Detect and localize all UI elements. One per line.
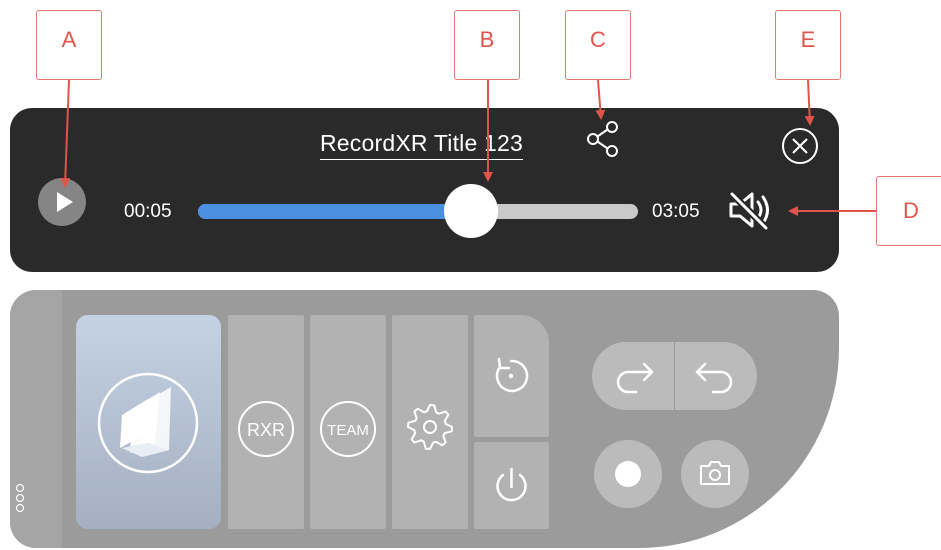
screenshot-button[interactable] (681, 440, 749, 508)
callout-c-label: C (590, 27, 606, 52)
close-circle-icon (782, 128, 818, 164)
team-icon: TEAM (320, 401, 376, 457)
close-button[interactable] (780, 126, 820, 166)
settings-tile[interactable] (392, 315, 468, 529)
record-button[interactable] (594, 440, 662, 508)
callout-d: D (876, 176, 941, 246)
camera-icon (700, 461, 730, 485)
callout-a-label: A (61, 27, 77, 52)
current-time: 00:05 (124, 201, 172, 222)
callout-c: C (565, 10, 631, 80)
total-duration: 03:05 (652, 201, 700, 222)
control-panel: RXR TEAM (10, 290, 839, 548)
play-icon (57, 192, 73, 212)
reset-icon (495, 357, 529, 393)
share-button[interactable] (586, 120, 622, 158)
recording-title[interactable]: RecordXR Title 123 (320, 130, 524, 160)
redo-button[interactable] (592, 342, 674, 410)
callout-d-label: D (903, 198, 919, 223)
power-icon (496, 467, 527, 502)
power-button[interactable] (474, 442, 549, 529)
progress-fill (198, 204, 471, 219)
callout-e-label: E (800, 27, 816, 52)
mute-button[interactable] (722, 188, 778, 232)
rxr-tile[interactable]: RXR (228, 315, 304, 529)
rxr-label: RXR (247, 420, 285, 440)
callout-e: E (775, 10, 841, 80)
team-label: TEAM (327, 422, 369, 439)
media-player-bar: RecordXR Title 123 00:05 03:05 (10, 108, 839, 272)
redo-arrow-icon (616, 362, 654, 394)
callout-b-label: B (479, 27, 495, 52)
callout-b: B (454, 10, 520, 80)
gear-icon (407, 404, 453, 450)
progress-scrubber-handle[interactable] (444, 184, 498, 238)
record-dot-icon (615, 461, 641, 487)
gear-hub (423, 420, 437, 434)
home-tile[interactable] (76, 315, 221, 529)
speaker-muted-icon (729, 191, 769, 231)
team-tile[interactable]: TEAM (310, 315, 386, 529)
callout-a: A (36, 10, 102, 80)
progress-slider[interactable] (198, 184, 638, 238)
play-button[interactable] (38, 178, 86, 226)
undo-button[interactable] (675, 342, 757, 410)
share-icon (587, 121, 618, 157)
recordxr-logo-icon (97, 372, 199, 474)
drag-handle-icon (15, 483, 25, 513)
gear-outline (407, 404, 453, 450)
reset-button[interactable] (474, 315, 549, 437)
rxr-icon: RXR (238, 401, 294, 457)
drag-handle[interactable] (12, 480, 32, 520)
undo-arrow-icon (695, 362, 733, 394)
